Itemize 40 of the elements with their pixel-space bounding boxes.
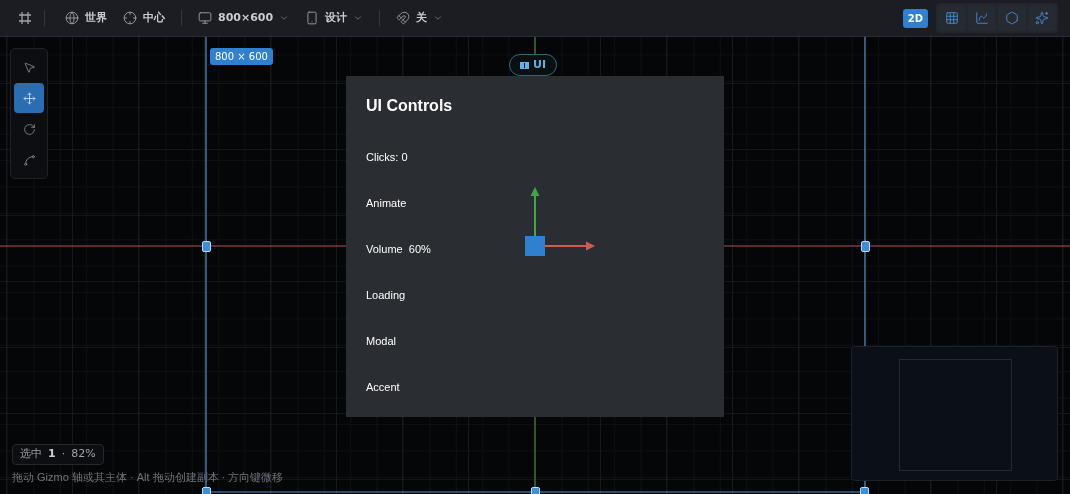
rotate-icon [22, 122, 36, 136]
panel-item: Clicks: 0 [366, 150, 409, 165]
toolbar-button[interactable]: 关 [388, 6, 452, 30]
phone-icon [305, 11, 320, 25]
toolbar-button[interactable]: 设计 [297, 6, 372, 30]
chart-icon [975, 11, 989, 25]
crosshair-icon [123, 11, 137, 25]
hexagon-icon [1005, 11, 1019, 25]
grid-icon [945, 11, 959, 25]
toolbar-button[interactable]: 800×600 [190, 6, 298, 30]
toolbar-button[interactable]: 世界 [57, 6, 115, 30]
view-button[interactable] [968, 5, 996, 31]
mode-badge[interactable]: 2D [902, 8, 928, 28]
zoom-level: 82% [71, 446, 96, 463]
panel-item: Accent [366, 380, 401, 395]
view-button[interactable] [938, 5, 966, 31]
pointer-icon [22, 60, 36, 74]
resize-handle[interactable] [202, 241, 211, 252]
grid-snap-icon[interactable] [18, 11, 32, 25]
selection-count: 1 [48, 446, 56, 463]
panel-item: Volume 60% [366, 242, 432, 257]
panel-item: Loading [366, 288, 407, 303]
panel-item: Animate [366, 196, 408, 211]
view-button[interactable] [1028, 5, 1056, 31]
view-button[interactable] [998, 5, 1026, 31]
status-separator: · [61, 446, 66, 463]
panel-title: UI Controls [366, 96, 454, 116]
globe-icon [65, 11, 79, 25]
sparkles-icon [1035, 11, 1049, 25]
frame-size-label: 800 × 600 [210, 48, 273, 65]
panel-item: Modal [366, 334, 397, 349]
status-label: 选中 [20, 446, 42, 463]
layer-tag[interactable]: UI [509, 54, 558, 76]
toolbar-button[interactable]: 中心 [115, 6, 173, 30]
resize-handle[interactable] [861, 241, 870, 252]
magnet-icon [396, 11, 411, 25]
panel-icon [520, 61, 529, 69]
move-icon [22, 91, 36, 105]
move-tool[interactable] [14, 83, 44, 113]
monitor-icon [198, 11, 212, 25]
